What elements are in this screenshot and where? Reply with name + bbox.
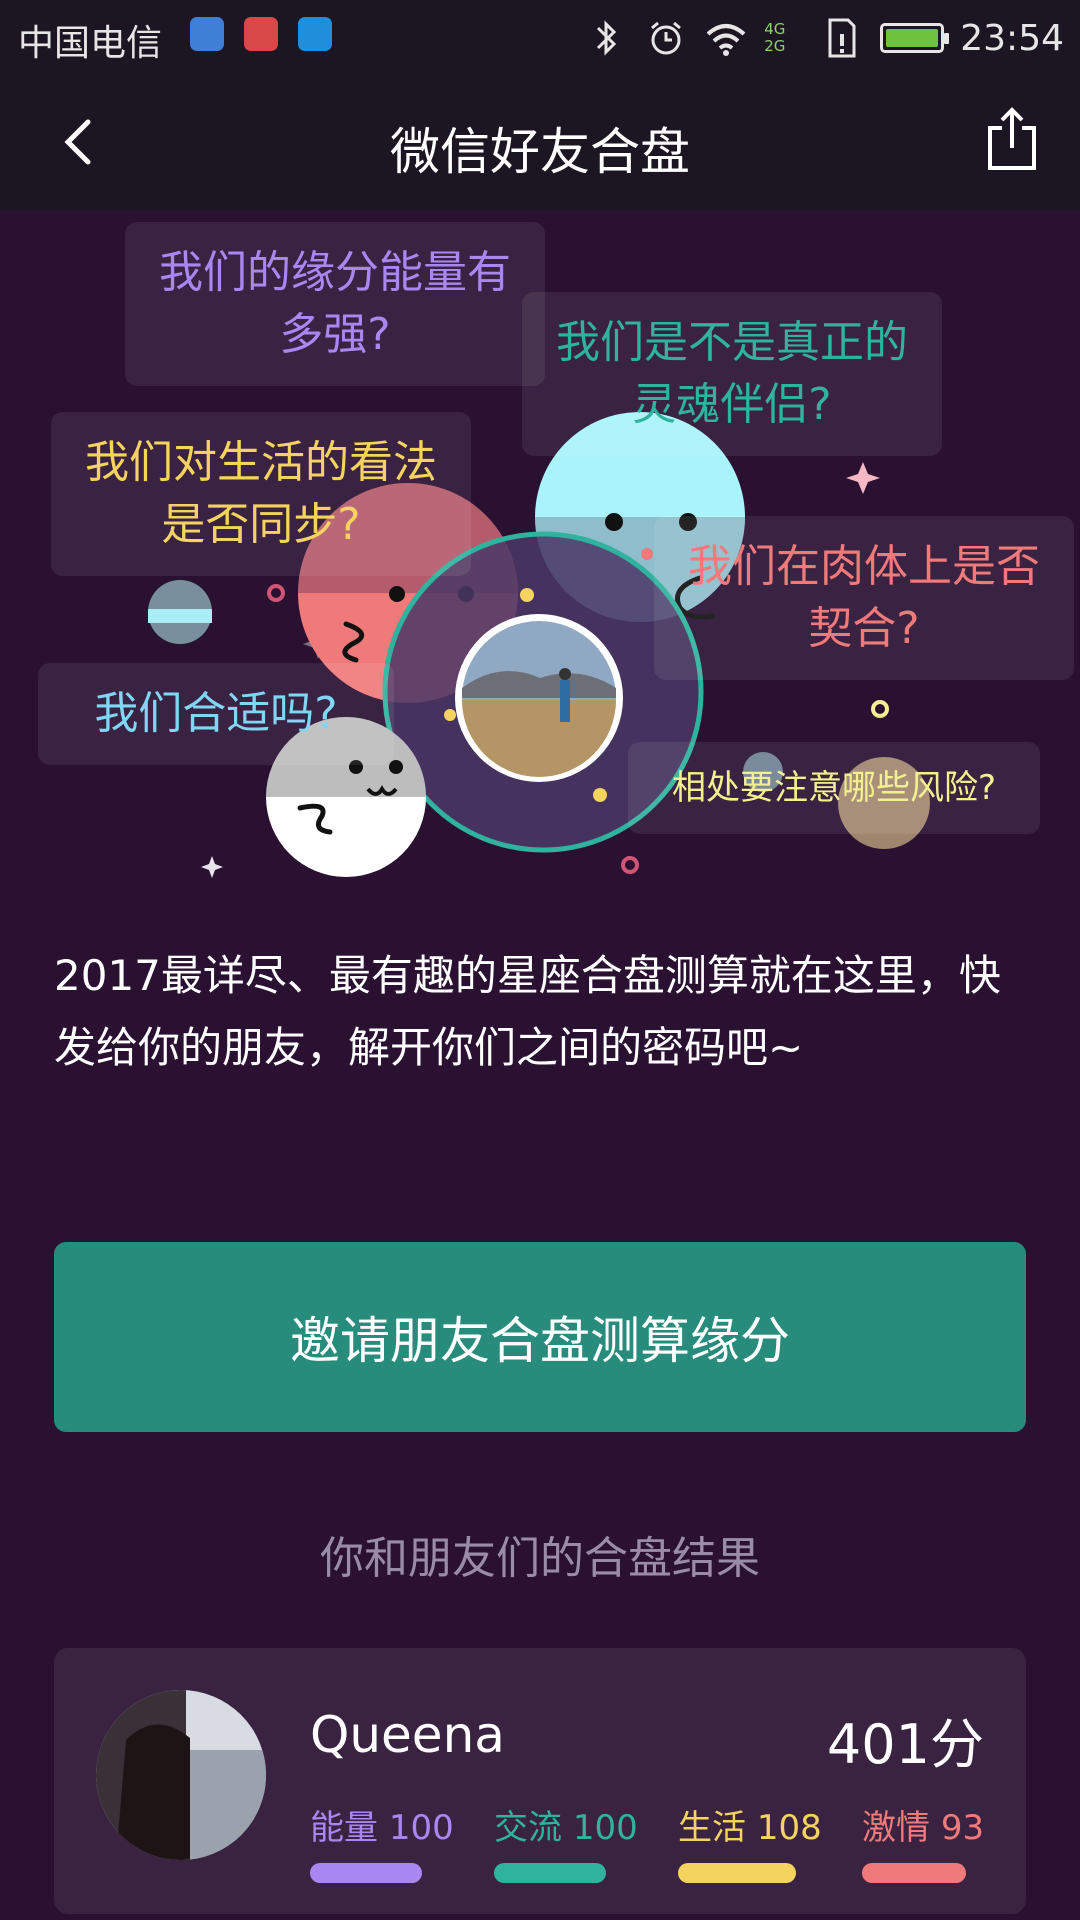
metric-value: 100 bbox=[388, 1808, 454, 1848]
share-icon[interactable] bbox=[982, 104, 1042, 174]
metric-label: 能量 bbox=[310, 1808, 378, 1848]
intro-text: 2017最详尽、最有趣的星座合盘测算就在这里，快发给你的朋友，解开你们之间的密码… bbox=[54, 951, 1001, 1072]
results-heading: 你和朋友们的合盘结果 bbox=[320, 1533, 760, 1584]
message-app-icon bbox=[298, 17, 332, 51]
bluetooth-icon bbox=[597, 20, 617, 56]
question-bubble-physical: 我们在肉体上是否契合? bbox=[654, 516, 1074, 680]
metric-bar bbox=[310, 1863, 422, 1883]
metric-passion: 激情 93 bbox=[862, 1800, 984, 1883]
metric-bar bbox=[494, 1863, 606, 1883]
alarm-icon bbox=[651, 21, 682, 55]
metric-energy: 能量 100 bbox=[310, 1800, 454, 1883]
battery-icon bbox=[880, 23, 950, 53]
metric-life: 生活 108 bbox=[678, 1800, 822, 1883]
metric-value: 108 bbox=[756, 1808, 822, 1848]
question-bubble-soulmate: 我们是不是真正的灵魂伴侣? bbox=[522, 292, 942, 456]
hero-illustration: 我们的缘分能量有多强? 我们是不是真正的灵魂伴侣? 我们对生活的看法是否同步? … bbox=[0, 210, 1080, 910]
match-score: 401分 bbox=[826, 1713, 984, 1776]
friend-name: Queena bbox=[310, 1706, 505, 1764]
metric-bar bbox=[862, 1863, 966, 1883]
question-bubble-energy: 我们的缘分能量有多强? bbox=[125, 222, 545, 386]
wifi-icon bbox=[706, 24, 746, 56]
signal-icon: 4G 2G bbox=[764, 21, 804, 55]
title-bar: 微信好友合盘 bbox=[0, 76, 1080, 210]
result-card[interactable]: Queena 401分 能量 100 交流 100 生活 108 激情 93 bbox=[54, 1648, 1026, 1914]
metric-value: 100 bbox=[572, 1808, 638, 1848]
metric-value: 93 bbox=[940, 1808, 985, 1848]
metric-label: 交流 bbox=[494, 1808, 562, 1848]
metric-label: 激情 bbox=[862, 1808, 930, 1848]
status-bar: 中国电信 4G 2G 23:54 bbox=[0, 0, 1080, 76]
location-app-icon bbox=[190, 17, 224, 51]
bike-app-icon bbox=[244, 17, 278, 51]
metric-bar bbox=[678, 1863, 796, 1883]
sim-icon bbox=[828, 18, 856, 58]
metric-communication: 交流 100 bbox=[494, 1800, 638, 1883]
clock: 23:54 bbox=[960, 17, 1064, 59]
question-bubble-risks: 相处要注意哪些风险? bbox=[628, 742, 1040, 834]
network-2g-label: 2G bbox=[764, 37, 786, 55]
question-bubble-match: 我们合适吗? bbox=[38, 663, 394, 765]
question-bubble-lifestyle: 我们对生活的看法是否同步? bbox=[51, 412, 471, 576]
carrier-name: 中国电信 bbox=[18, 23, 163, 64]
network-4g-label: 4G bbox=[764, 20, 786, 38]
invite-friend-button[interactable]: 邀请朋友合盘测算缘分 bbox=[54, 1242, 1026, 1432]
metric-label: 生活 bbox=[678, 1808, 746, 1848]
avatar bbox=[96, 1690, 266, 1860]
page-title: 微信好友合盘 bbox=[390, 123, 690, 181]
